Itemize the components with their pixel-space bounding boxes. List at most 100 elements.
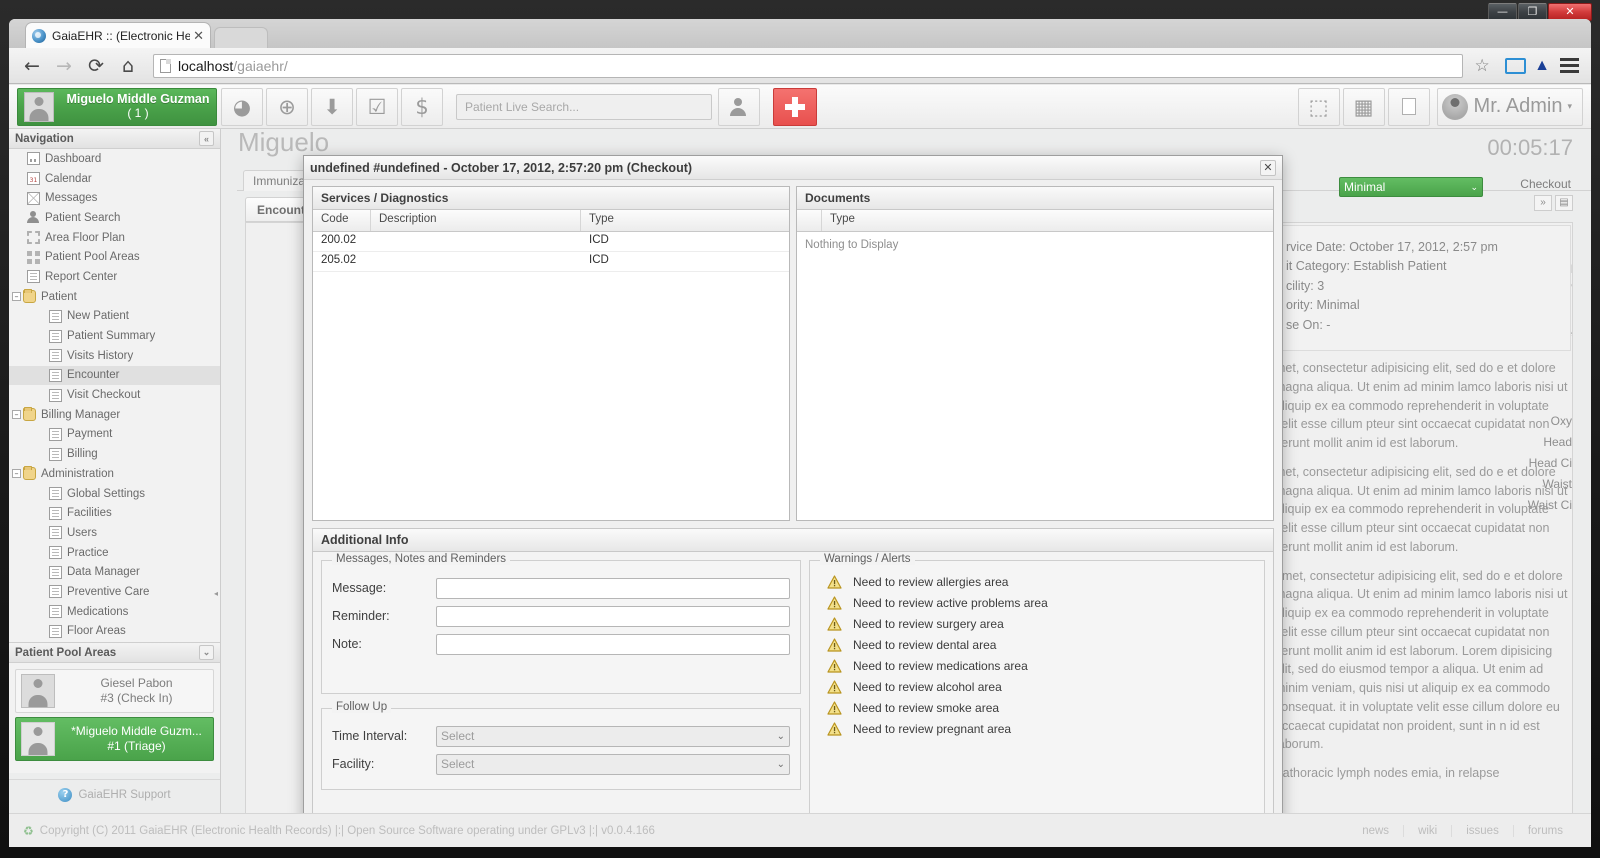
new-visit-icon[interactable]: ⊕ — [266, 87, 308, 126]
sidebar-item-billing-manager[interactable]: – Billing Manager — [9, 405, 220, 425]
column-header-code[interactable]: Code — [313, 210, 371, 231]
pool-card[interactable]: Giesel Pabon #3 (Check In) — [15, 669, 214, 713]
sidebar-item-area-floor-plan[interactable]: Area Floor Plan — [9, 228, 220, 248]
active-patient-chip[interactable]: Miguelo Middle Guzman ( 1 ) — [17, 87, 217, 126]
list-icon — [49, 388, 62, 402]
time-interval-select[interactable]: Select ⌄ — [436, 725, 790, 747]
documents-title: Documents — [797, 187, 1273, 210]
sidebar-item-new-patient[interactable]: New Patient — [9, 307, 220, 327]
recent-visit-icon[interactable]: ◕ — [221, 87, 263, 126]
table-row[interactable]: 205.02 ICD — [313, 252, 789, 272]
expand-icon[interactable]: » — [1534, 195, 1552, 211]
sidebar-item-dashboard[interactable]: Dashboard — [9, 149, 220, 169]
sidebar-item-label: Facilities — [67, 507, 112, 520]
checkout-link[interactable]: Checkout — [1520, 177, 1571, 191]
sidebar-item-facilities[interactable]: Facilities — [9, 503, 220, 523]
footer-link-wiki[interactable]: wiki — [1403, 824, 1451, 837]
footer-link-forums[interactable]: forums — [1512, 824, 1577, 837]
sidebar-item-preventive-care[interactable]: Preventive Care — [9, 582, 220, 602]
tree-expander-icon[interactable]: – — [12, 410, 21, 420]
chevron-down-icon[interactable]: ⌄ — [199, 645, 214, 660]
sidebar-item-administration[interactable]: – Administration — [9, 464, 220, 484]
pool-card[interactable]: *Miguelo Middle Guzm... #1 (Triage) — [15, 717, 214, 761]
warning-triangle-icon — [827, 721, 842, 736]
back-icon[interactable]: ← — [19, 53, 45, 79]
new-tab-button[interactable] — [214, 27, 268, 48]
sidebar-item-label: Data Manager — [67, 566, 140, 579]
sidebar-item-patient-pool-areas[interactable]: Patient Pool Areas — [9, 247, 220, 267]
footer-link-issues[interactable]: issues — [1451, 824, 1513, 837]
support-link[interactable]: ? GaiaEHR Support — [9, 779, 220, 809]
gaiaehr-app: Miguelo Middle Guzman ( 1 ) ◕ ⊕ ⬇ ☑ $ Pa… — [9, 85, 1591, 847]
notes-icon[interactable] — [1387, 87, 1430, 126]
list-icon — [49, 546, 62, 560]
additional-info-title: Additional Info — [312, 528, 1274, 552]
sidebar-item-messages[interactable]: Messages — [9, 188, 220, 208]
message-input[interactable] — [436, 577, 790, 599]
list-icon — [49, 585, 62, 599]
area-floor-plan-icon[interactable]: ⬚ — [1297, 87, 1340, 126]
print-icon[interactable]: ▤ — [1555, 195, 1573, 211]
billing-icon[interactable]: $ — [401, 87, 443, 126]
sidebar-item-data-manager[interactable]: Data Manager — [9, 562, 220, 582]
messages-legend: Messages, Notes and Reminders — [332, 553, 511, 565]
sidebar-item-practice[interactable]: Practice — [9, 543, 220, 563]
cast-icon[interactable] — [1505, 57, 1527, 74]
sidebar-item-global-settings[interactable]: Global Settings — [9, 484, 220, 504]
sidebar-item-label: Patient Search — [45, 211, 121, 224]
flame-icon[interactable]: ▲ — [1534, 57, 1550, 75]
sidebar-item-report-center[interactable]: Report Center — [9, 267, 220, 287]
sidebar-item-visits-history[interactable]: Visits History — [9, 346, 220, 366]
address-bar[interactable]: localhost/gaiaehr/ — [153, 53, 1464, 78]
checkout-dialog: undefined #undefined - October 17, 2012,… — [303, 155, 1283, 847]
user-lookup-icon[interactable] — [718, 87, 760, 126]
column-header-type[interactable]: Type — [581, 210, 789, 231]
checkin-icon[interactable]: ⬇ — [311, 87, 353, 126]
home-icon[interactable]: ⌂ — [115, 53, 141, 79]
priority-select[interactable]: Minimal ⌄ — [1339, 177, 1483, 197]
hamburger-menu-icon[interactable] — [1560, 58, 1579, 73]
tree-expander-icon[interactable]: – — [12, 469, 21, 479]
column-header-description[interactable]: Description — [371, 210, 581, 231]
reminder-input[interactable] — [436, 605, 790, 627]
forward-icon[interactable]: → — [51, 53, 77, 79]
tree-expander-icon[interactable]: – — [12, 292, 21, 302]
list-icon — [49, 526, 62, 540]
sidebar-splitter[interactable] — [214, 429, 221, 599]
sidebar-item-label: New Patient — [67, 310, 130, 323]
facility-select[interactable]: Select ⌄ — [436, 753, 790, 775]
sidebar-item-payment[interactable]: Payment — [9, 425, 220, 445]
sidebar-item-encounter[interactable]: Encounter — [9, 365, 220, 386]
sidebar-item-medications[interactable]: Medications — [9, 602, 220, 622]
table-row[interactable]: 200.02 ICD — [313, 232, 789, 252]
browser-tab[interactable]: GaiaEHR :: (Electronic Heal ✕ — [25, 22, 211, 48]
navigation-header: Navigation « — [9, 129, 220, 149]
note-input[interactable] — [436, 633, 790, 655]
column-header-type[interactable]: Type — [822, 210, 1273, 231]
patient-pool-icon[interactable]: ▦ — [1342, 87, 1385, 126]
sidebar-item-patient-search[interactable]: Patient Search — [9, 208, 220, 228]
warning-text: Need to review pregnant area — [853, 721, 1012, 736]
avatar — [21, 674, 55, 708]
patient-live-search-input[interactable]: Patient Live Search... — [456, 93, 712, 120]
dialog-header: undefined #undefined - October 17, 2012,… — [304, 156, 1282, 180]
checkout-icon[interactable]: ☑ — [356, 87, 398, 126]
collapse-sidebar-icon[interactable]: « — [199, 131, 214, 146]
sidebar-item-users[interactable]: Users — [9, 523, 220, 543]
page-title: Miguelo — [238, 127, 330, 157]
sidebar-item-patient-summary[interactable]: Patient Summary — [9, 326, 220, 346]
sidebar-item-billing[interactable]: Billing — [9, 444, 220, 464]
sidebar-item-floor-areas[interactable]: Floor Areas — [9, 622, 220, 642]
footer-link-news[interactable]: news — [1348, 825, 1403, 837]
sidebar-item-patient[interactable]: – Patient — [9, 287, 220, 307]
bookmark-star-icon[interactable]: ☆ — [1469, 53, 1495, 79]
pool-card-status: #1 (Triage) — [107, 739, 166, 753]
sidebar-item-visit-checkout[interactable]: Visit Checkout — [9, 385, 220, 405]
close-icon[interactable]: ✕ — [1260, 159, 1276, 176]
user-menu[interactable]: Mr. Admin ▾ — [1436, 87, 1583, 126]
tab-close-icon[interactable]: ✕ — [190, 28, 204, 44]
reload-icon[interactable]: ⟳ — [83, 53, 109, 79]
sidebar-item-calendar[interactable]: 31 Calendar — [9, 169, 220, 189]
add-patient-button[interactable] — [773, 87, 817, 126]
time-interval-value: Select — [441, 729, 475, 743]
